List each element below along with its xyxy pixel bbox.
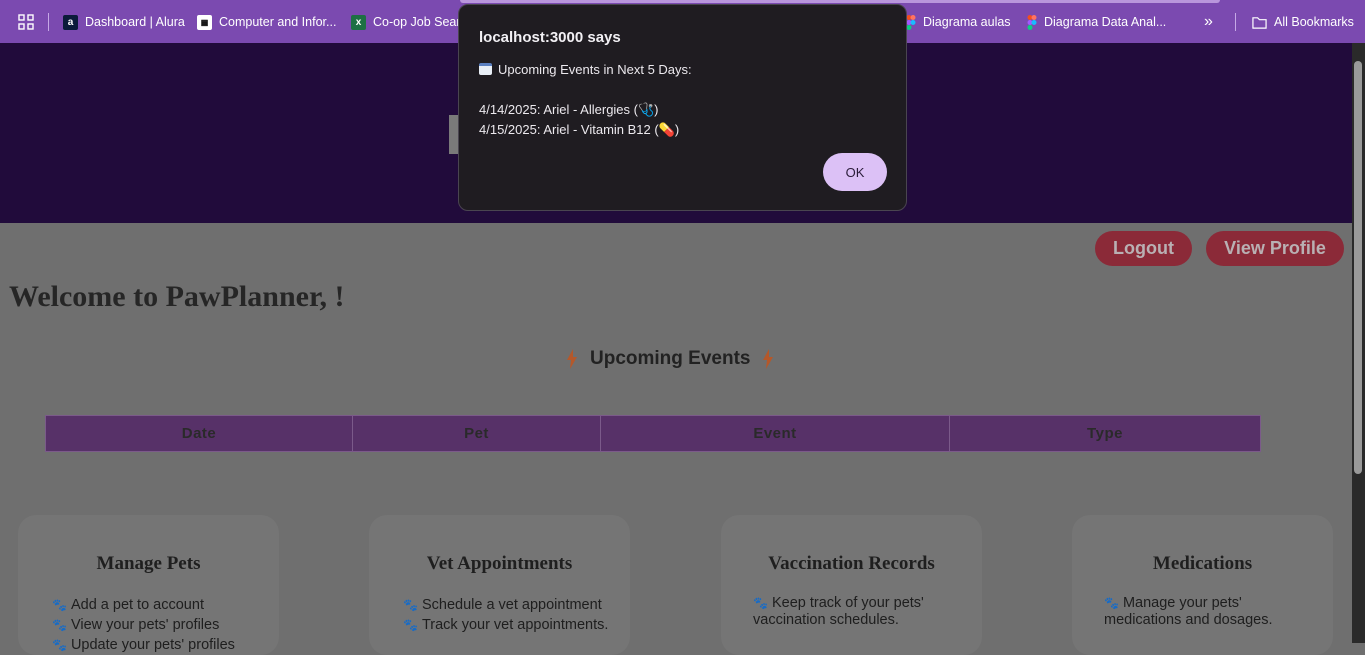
list-item: 🐾 Schedule a vet appointment <box>403 595 608 615</box>
bookmark-coop-job[interactable]: x Co-op Job Searc <box>351 13 467 31</box>
card-list: 🐾 Schedule a vet appointment 🐾 Track your … <box>403 595 608 635</box>
events-table: Date Pet Event Type <box>45 415 1261 452</box>
medications-card[interactable]: Medications 🐾 Manage your pets' medicatio… <box>1072 515 1333 655</box>
excel-icon: x <box>351 14 366 30</box>
list-item-text: View your pets' profiles <box>70 617 220 633</box>
bookmark-label: Diagrama Data Anal... <box>1044 15 1167 29</box>
bookmarks-separator <box>1235 13 1236 31</box>
ok-button[interactable]: OK <box>823 153 887 191</box>
list-item-text: Add a pet to account <box>70 597 204 613</box>
lightning-icon <box>763 349 774 369</box>
alert-dialog: localhost:3000 says Upcoming Events in N… <box>458 4 907 211</box>
logout-button[interactable]: Logout <box>1095 231 1192 266</box>
table-header-row: Date Pet Event Type <box>45 415 1261 452</box>
paw-icon: 🐾 <box>753 596 768 610</box>
alura-icon: a <box>63 14 78 30</box>
paw-icon: 🐾 <box>52 598 67 612</box>
calendar-icon <box>479 63 492 75</box>
vet-appointments-card[interactable]: Vet Appointments 🐾 Schedule a vet appoint… <box>369 515 630 655</box>
upcoming-events-title: Upcoming Events <box>590 348 751 369</box>
figma-icon <box>1027 14 1037 30</box>
list-item: 🐾 Update your pets' profiles <box>52 635 235 655</box>
card-description: 🐾 Manage your pets' medications and dosag… <box>1104 595 1314 629</box>
dialog-event-line: 4/14/2025: Ariel - Allergies (🩺) <box>479 102 659 117</box>
bookmark-computer-info[interactable]: ▦ Computer and Infor... <box>197 13 336 31</box>
dialog-title: localhost:3000 says <box>479 29 621 46</box>
bookmark-label: Computer and Infor... <box>219 15 337 29</box>
dialog-event-line: 4/15/2025: Ariel - Vitamin B12 (💊) <box>479 122 680 137</box>
figma-icon <box>906 14 916 30</box>
column-header-pet: Pet <box>352 415 601 452</box>
view-profile-button[interactable]: View Profile <box>1206 231 1344 266</box>
paw-icon: 🐾 <box>52 638 67 652</box>
dialog-heading: Upcoming Events in Next 5 Days: <box>498 62 692 77</box>
page-title: Welcome to PawPlanner, ! <box>9 280 345 313</box>
card-description: 🐾 Keep track of your pets' vaccination sc… <box>753 595 963 629</box>
bookmarks-separator <box>48 13 49 31</box>
paw-icon: 🐾 <box>403 618 418 632</box>
card-title: Medications <box>1152 553 1253 574</box>
bookmark-diagrama-aulas[interactable]: Diagrama aulas <box>906 13 1011 31</box>
card-list: 🐾 Add a pet to account 🐾 View your pets' p… <box>52 595 235 655</box>
column-header-date: Date <box>45 415 353 452</box>
list-item: 🐾 Track your vet appointments. <box>403 615 608 635</box>
vaccination-records-card[interactable]: Vaccination Records 🐾 Keep track of your … <box>721 515 982 655</box>
list-item-text: Schedule a vet appointment <box>421 597 602 613</box>
column-header-event: Event <box>600 415 950 452</box>
qr-icon: ▦ <box>197 14 212 30</box>
tab-strip-edge <box>460 0 1220 3</box>
manage-pets-card[interactable]: Manage Pets 🐾 Add a pet to account 🐾 View … <box>18 515 279 655</box>
card-title: Vet Appointments <box>426 553 573 574</box>
paw-icon: 🐾 <box>1104 596 1119 610</box>
lightning-icon <box>567 349 577 369</box>
list-item-text: Track your vet appointments. <box>421 617 609 633</box>
upcoming-events-heading: Upcoming Events <box>566 345 774 373</box>
scrollbar[interactable] <box>1352 43 1365 643</box>
scrollbar-thumb[interactable] <box>1354 61 1362 474</box>
bookmark-diagrama-data[interactable]: Diagrama Data Anal... <box>1027 13 1166 31</box>
card-description-text: Keep track of your pets' vaccination sch… <box>753 595 924 628</box>
folder-icon <box>1252 16 1267 29</box>
all-bookmarks-label: All Bookmarks <box>1274 15 1354 29</box>
apps-grid-icon[interactable] <box>18 14 34 30</box>
list-item: 🐾 Add a pet to account <box>52 595 235 615</box>
card-description-text: Manage your pets' medications and dosage… <box>1104 595 1273 628</box>
column-header-type: Type <box>949 415 1261 452</box>
paw-icon: 🐾 <box>403 598 418 612</box>
list-item-text: Update your pets' profiles <box>70 637 235 653</box>
list-item: 🐾 View your pets' profiles <box>52 615 235 635</box>
bookmark-label: Dashboard | Alura <box>85 15 185 29</box>
chevron-double-right-icon: » <box>1204 13 1213 30</box>
bookmark-alura[interactable]: a Dashboard | Alura <box>63 13 185 31</box>
all-bookmarks-button[interactable]: All Bookmarks <box>1252 13 1354 31</box>
dialog-heading-line: Upcoming Events in Next 5 Days: <box>479 60 692 80</box>
bookmark-label: Diagrama aulas <box>923 15 1011 29</box>
bookmarks-overflow-button[interactable]: » <box>1204 13 1213 31</box>
card-title: Vaccination Records <box>768 553 935 574</box>
dialog-message: Upcoming Events in Next 5 Days: 4/14/202… <box>479 60 692 140</box>
card-title: Manage Pets <box>96 553 201 574</box>
bookmark-label: Co-op Job Searc <box>373 15 467 29</box>
paw-icon: 🐾 <box>52 618 67 632</box>
